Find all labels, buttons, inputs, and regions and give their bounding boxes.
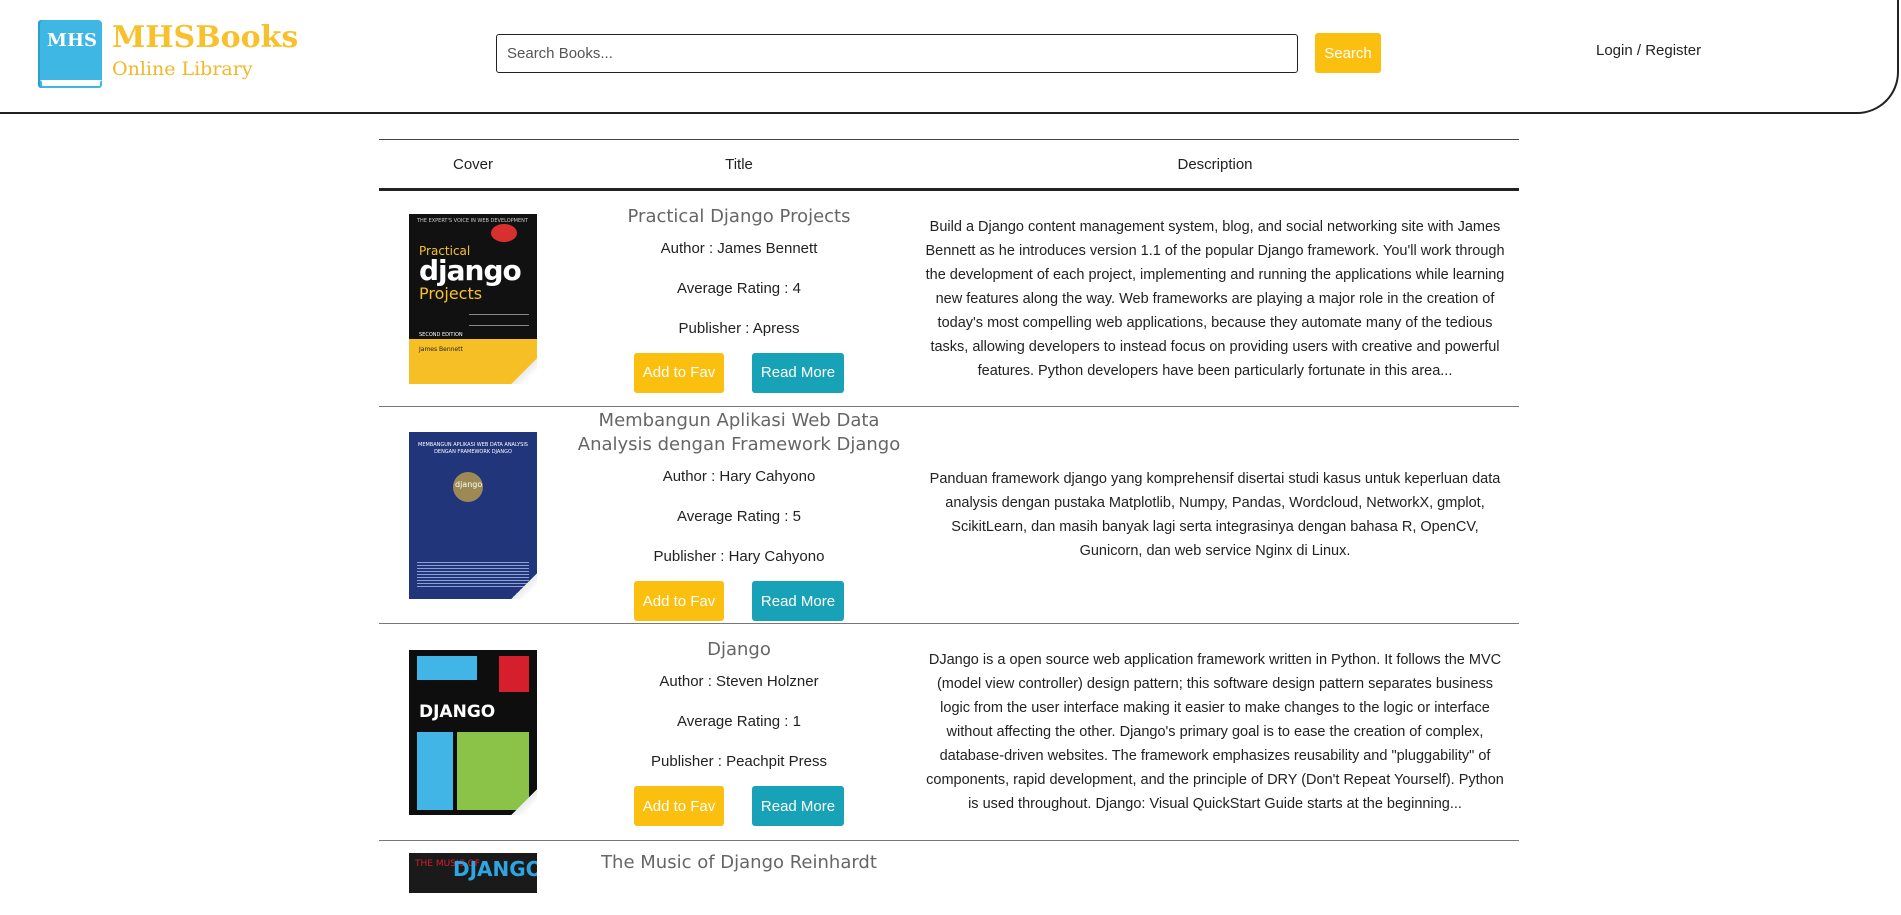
table-row: DJANGO Django Author : Steven Holzner Av… (379, 623, 1519, 841)
book-author: Author : Steven Holzner (659, 673, 819, 690)
cover-line: DJANGO (453, 857, 537, 881)
book-rating: Average Rating : 5 (677, 508, 801, 525)
cover-badge-icon (491, 223, 517, 242)
cover-line: DJANGO (419, 701, 496, 722)
book-rating: Average Rating : 4 (677, 279, 801, 297)
column-header-cover: Cover (379, 139, 567, 191)
logo-name: MHSBooks (112, 20, 299, 55)
table-row: THE MUSIC OF DJANGO The Music of Django … (379, 841, 1519, 901)
table-header-row: Cover Title Description (379, 139, 1519, 191)
column-header-title: Title (567, 139, 911, 191)
book-publisher: Publisher : Peachpit Press (651, 753, 827, 770)
site-logo[interactable]: MHS MHSBooks Online Library (38, 20, 298, 88)
book-cover[interactable]: THE EXPERT'S VOICE IN WEB DEVELOPMENT Pr… (409, 213, 537, 384)
page-curl-icon (511, 357, 537, 384)
cover-top-text: MEMBANGUN APLIKASI WEB DATA ANALYSIS DEN… (418, 441, 528, 455)
table-row: THE EXPERT'S VOICE IN WEB DEVELOPMENT Pr… (379, 189, 1519, 407)
cover-cell: THE EXPERT'S VOICE IN WEB DEVELOPMENT Pr… (379, 189, 567, 407)
description-cell: Panduan framework django yang komprehens… (911, 406, 1519, 624)
book-title[interactable]: Membangun Aplikasi Web Data Analysis den… (567, 409, 911, 457)
book-author: Author : Hary Cahyono (662, 468, 816, 485)
book-rating: Average Rating : 1 (677, 713, 801, 730)
read-more-button[interactable]: Read More (752, 352, 844, 393)
book-cover[interactable]: DJANGO (409, 649, 537, 815)
book-cover-image: THE MUSIC OF DJANGO (409, 853, 537, 893)
cover-line: Projects (419, 283, 483, 303)
book-description: Build a Django content management system… (925, 218, 1505, 379)
cover-top-text: THE EXPERT'S VOICE IN WEB DEVELOPMENT (417, 217, 528, 224)
cover-divider (469, 313, 529, 326)
dragon-logo-icon (499, 655, 529, 692)
title-cell: The Music of Django Reinhardt (567, 841, 911, 901)
cover-author: James Bennett (419, 345, 463, 353)
cover-cell: MEMBANGUN APLIKASI WEB DATA ANALYSIS DEN… (379, 406, 567, 624)
book-description: DJango is a open source web application … (926, 652, 1504, 812)
book-cover-image: THE EXPERT'S VOICE IN WEB DEVELOPMENT Pr… (409, 213, 537, 384)
logo-badge-text: MHS (47, 30, 97, 51)
book-cover[interactable]: THE MUSIC OF DJANGO (409, 853, 537, 893)
books-table: Cover Title Description THE EXPERT'S VOI… (379, 139, 1519, 901)
cover-cell: THE MUSIC OF DJANGO (379, 841, 567, 901)
cover-cell: DJANGO (379, 623, 567, 841)
page-curl-icon (511, 788, 537, 815)
description-cell: DJango is a open source web application … (911, 623, 1519, 841)
logo-subtitle: Online Library (112, 58, 253, 80)
column-header-description: Description (911, 139, 1519, 191)
search-input[interactable] (496, 34, 1298, 73)
read-more-button[interactable]: Read More (752, 786, 844, 826)
title-cell: Django Author : Steven Holzner Average R… (567, 623, 911, 841)
cover-edition: SECOND EDITION (419, 331, 463, 338)
table-row: MEMBANGUN APLIKASI WEB DATA ANALYSIS DEN… (379, 406, 1519, 624)
title-cell: Membangun Aplikasi Web Data Analysis den… (567, 406, 911, 624)
add-to-fav-button[interactable]: Add to Fav (634, 352, 724, 393)
login-register-link[interactable]: Login / Register (1596, 42, 1701, 59)
site-header: MHS MHSBooks Online Library Search Login… (0, 0, 1899, 114)
search-button[interactable]: Search (1315, 33, 1381, 73)
book-author: Author : James Bennett (660, 239, 818, 257)
cover-block (417, 655, 477, 680)
book-title[interactable]: Practical Django Projects (567, 205, 911, 229)
book-logo-icon: MHS (38, 20, 104, 88)
cover-block (417, 731, 453, 810)
book-title[interactable]: The Music of Django Reinhardt (567, 851, 911, 875)
description-cell (911, 841, 1519, 901)
book-description: Panduan framework django yang komprehens… (929, 471, 1501, 559)
book-cover[interactable]: MEMBANGUN APLIKASI WEB DATA ANALYSIS DEN… (409, 431, 537, 599)
book-title[interactable]: Django (567, 638, 911, 662)
read-more-button[interactable]: Read More (752, 581, 844, 621)
title-cell: Practical Django Projects Author : James… (567, 189, 911, 407)
book-publisher: Publisher : Apress (678, 319, 800, 337)
description-cell: Build a Django content management system… (911, 189, 1519, 407)
page-curl-icon (511, 572, 537, 599)
book-publisher: Publisher : Hary Cahyono (653, 548, 825, 565)
cover-line: django (419, 253, 522, 287)
add-to-fav-button[interactable]: Add to Fav (634, 581, 724, 621)
cover-line: django (455, 479, 483, 489)
book-cover-image: DJANGO (409, 649, 537, 815)
book-cover-image: MEMBANGUN APLIKASI WEB DATA ANALYSIS DEN… (409, 431, 537, 599)
add-to-fav-button[interactable]: Add to Fav (634, 786, 724, 826)
